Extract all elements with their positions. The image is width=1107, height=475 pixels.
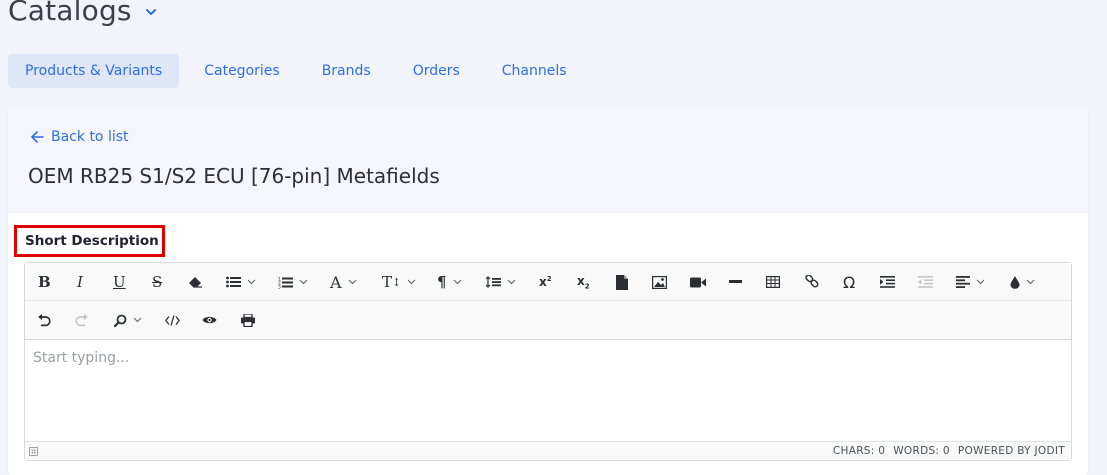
strikethrough-icon[interactable]: S <box>152 263 162 301</box>
print-icon[interactable] <box>241 301 255 339</box>
preview-icon[interactable] <box>202 301 217 339</box>
chevron-down-icon[interactable] <box>133 317 142 323</box>
editor-content-area[interactable]: Start typing... <box>25 340 1071 441</box>
record-title: OEM RB25 S1/S2 ECU [76-pin] Metafields <box>28 164 440 188</box>
powered-by-link[interactable]: POWERED BY JODIT <box>958 445 1065 457</box>
page-title: Catalogs <box>8 0 132 27</box>
back-to-list-link[interactable]: Back to list <box>30 129 129 145</box>
page-header: Catalogs <box>8 0 158 27</box>
arrow-left-icon <box>31 131 44 143</box>
words-count: WORDS: 0 <box>893 445 950 457</box>
card-header: Back to list OEM RB25 S1/S2 ECU [76-pin]… <box>8 108 1088 213</box>
indent-icon[interactable] <box>880 263 895 301</box>
unordered-list-icon[interactable] <box>226 263 256 301</box>
catalog-tabs: Products & Variants Categories Brands Or… <box>8 54 592 88</box>
superscript-icon[interactable]: x2 <box>539 263 552 301</box>
eraser-icon[interactable] <box>188 263 203 301</box>
tab-orders[interactable]: Orders <box>396 54 477 88</box>
back-to-list-label: Back to list <box>51 129 129 145</box>
outdent-icon[interactable] <box>918 263 933 301</box>
rich-text-editor: B I U S 123 A T ↕ ¶ x2 x2 Ω Start typing… <box>24 262 1072 461</box>
short-description-label: Short Description <box>14 225 165 257</box>
align-icon[interactable] <box>956 263 985 301</box>
editor-placeholder: Start typing... <box>33 350 130 366</box>
horizontal-rule-icon[interactable] <box>729 263 742 301</box>
chevron-down-icon[interactable] <box>407 279 416 285</box>
chars-count: CHARS: 0 <box>832 445 886 457</box>
find-icon[interactable] <box>114 301 142 339</box>
chevron-down-icon[interactable] <box>1026 279 1035 285</box>
redo-icon[interactable] <box>75 301 89 339</box>
bold-icon[interactable]: B <box>38 263 51 301</box>
chevron-down-icon[interactable] <box>507 279 516 285</box>
toolbar-row-1: B I U S 123 A T ↕ ¶ x2 x2 Ω <box>25 263 1071 301</box>
font-size-icon[interactable]: T ↕ <box>382 263 416 301</box>
omega-icon[interactable]: Ω <box>843 263 855 301</box>
tab-categories[interactable]: Categories <box>187 54 296 88</box>
source-icon[interactable] <box>165 301 180 339</box>
resize-grip-icon[interactable] <box>29 447 38 456</box>
line-height-icon[interactable] <box>486 263 516 301</box>
chevron-down-icon[interactable] <box>976 279 985 285</box>
paragraph-icon[interactable]: ¶ <box>437 263 462 301</box>
chevron-down-icon[interactable] <box>453 279 462 285</box>
chevron-down-icon[interactable] <box>299 279 308 285</box>
svg-text:3: 3 <box>278 284 281 289</box>
subscript-icon[interactable]: x2 <box>577 263 590 301</box>
editor-statusbar: CHARS: 0 WORDS: 0 POWERED BY JODIT <box>25 441 1071 460</box>
image-icon[interactable] <box>652 263 667 301</box>
chevron-down-icon[interactable] <box>247 279 256 285</box>
video-icon[interactable] <box>690 263 706 301</box>
italic-icon[interactable]: I <box>77 263 83 301</box>
table-icon[interactable] <box>766 263 780 301</box>
file-icon[interactable] <box>616 263 628 301</box>
underline-icon[interactable]: U <box>113 263 126 301</box>
chevron-down-icon[interactable] <box>144 4 158 18</box>
editor-toolbar: B I U S 123 A T ↕ ¶ x2 x2 Ω <box>25 263 1071 340</box>
font-icon[interactable]: A <box>330 263 357 301</box>
tab-channels[interactable]: Channels <box>485 54 584 88</box>
link-icon[interactable] <box>805 263 819 301</box>
undo-icon[interactable] <box>37 301 51 339</box>
metafields-card: Back to list OEM RB25 S1/S2 ECU [76-pin]… <box>8 108 1088 475</box>
brush-icon[interactable] <box>1010 263 1035 301</box>
tab-products-variants[interactable]: Products & Variants <box>8 54 180 88</box>
tab-brands[interactable]: Brands <box>305 54 388 88</box>
chevron-down-icon[interactable] <box>348 279 357 285</box>
ordered-list-icon[interactable]: 123 <box>278 263 308 301</box>
